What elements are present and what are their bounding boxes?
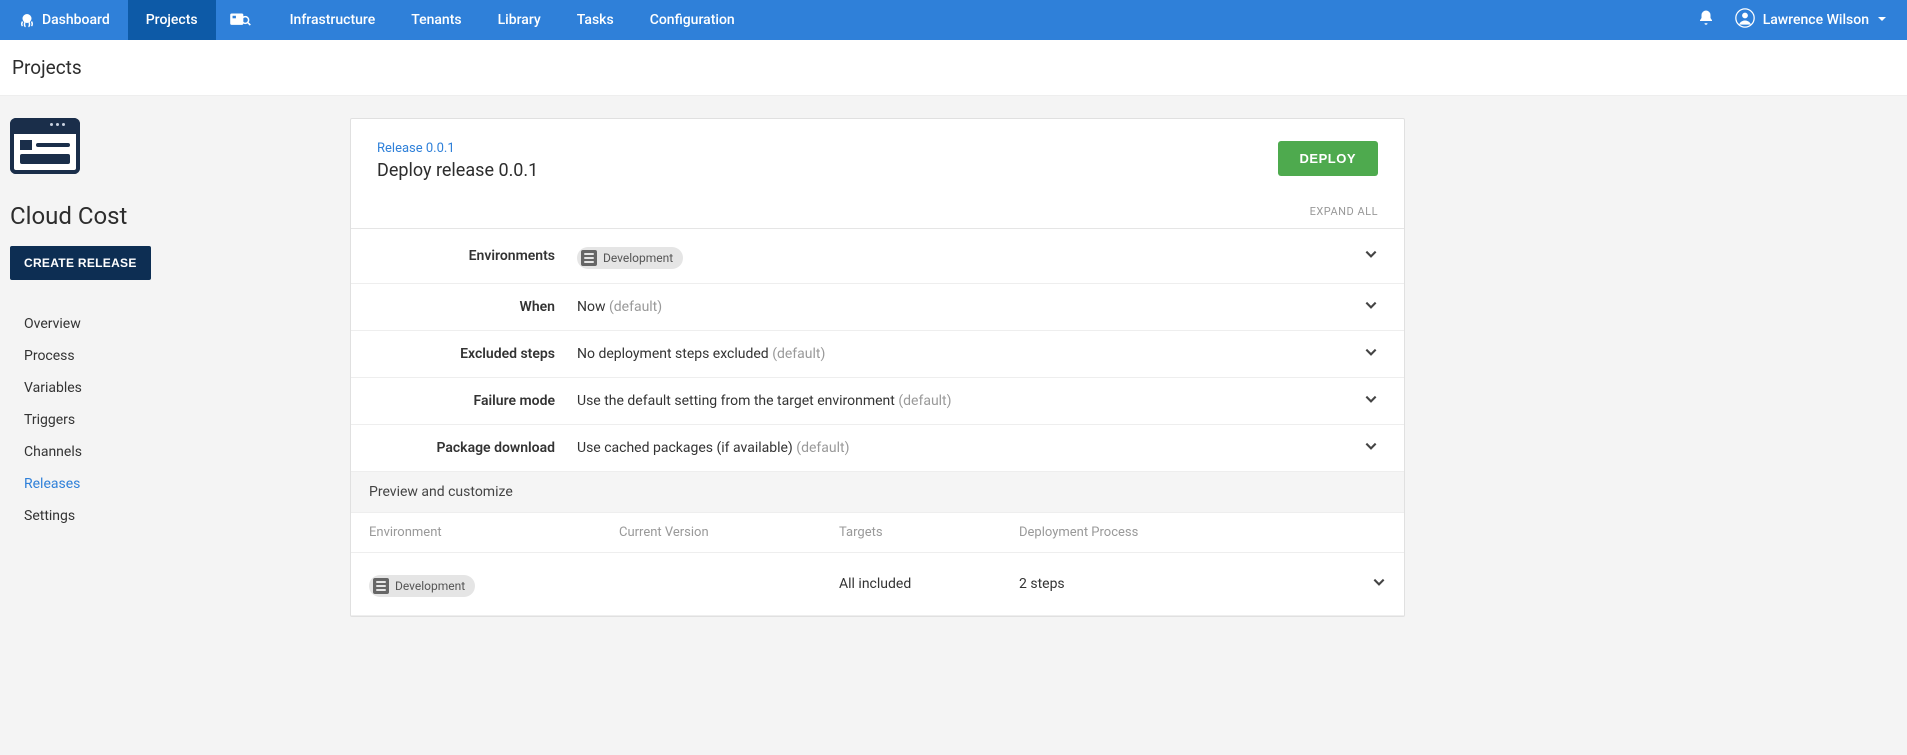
chevron-down-icon [1364, 439, 1378, 457]
nav-label: Tasks [577, 12, 614, 28]
value-text: Use cached packages (if available) [577, 440, 796, 456]
row-label: When [377, 299, 577, 315]
nav-dashboard[interactable]: Dashboard [0, 0, 128, 40]
row-value: No deployment steps excluded (default) [577, 346, 1352, 362]
subheader-title: Projects [12, 56, 1895, 79]
nav-right: Lawrence Wilson [1697, 8, 1907, 32]
sidebar-item-releases[interactable]: Releases [10, 468, 310, 500]
chevron-down-icon [1877, 12, 1887, 28]
nav-library[interactable]: Library [480, 0, 559, 40]
nav-label: Dashboard [42, 12, 110, 28]
list-icon [581, 250, 597, 266]
project-app-icon [10, 118, 80, 174]
sidebar-item-settings[interactable]: Settings [10, 500, 310, 532]
nav-label: Library [498, 12, 541, 28]
environment-chip: Development [369, 575, 475, 597]
create-release-button[interactable]: CREATE RELEASE [10, 246, 151, 280]
user-name: Lawrence Wilson [1763, 12, 1869, 28]
chevron-down-icon [1364, 392, 1378, 410]
nav-tenants[interactable]: Tenants [393, 0, 479, 40]
row-package-download[interactable]: Package download Use cached packages (if… [351, 425, 1404, 472]
row-excluded-steps[interactable]: Excluded steps No deployment steps exclu… [351, 331, 1404, 378]
sidebar-item-process[interactable]: Process [10, 340, 310, 372]
nav-label: Configuration [650, 12, 735, 28]
octopus-icon [18, 11, 42, 29]
row-environments[interactable]: Environments Development [351, 229, 1404, 284]
release-link[interactable]: Release 0.0.1 [377, 141, 538, 156]
row-label: Environments [377, 248, 577, 264]
nav-label: Infrastructure [290, 12, 376, 28]
preview-table: Environment Current Version Targets Depl… [351, 513, 1404, 616]
chevron-down-icon [1356, 575, 1386, 593]
value-suffix: (default) [898, 393, 951, 409]
expand-all-link[interactable]: EXPAND ALL [351, 197, 1404, 229]
sidebar-item-overview[interactable]: Overview [10, 308, 310, 340]
row-when[interactable]: When Now (default) [351, 284, 1404, 331]
value-text: Now [577, 299, 609, 315]
content-wrapper: Cloud Cost CREATE RELEASE Overview Proce… [0, 96, 1907, 657]
sidebar-item-channels[interactable]: Channels [10, 436, 310, 468]
subheader: Projects [0, 40, 1907, 96]
cell-process: 2 steps [1019, 576, 1356, 592]
search-icon [230, 12, 258, 28]
environment-chip: Development [577, 247, 683, 269]
chevron-down-icon [1364, 298, 1378, 316]
value-suffix: (default) [796, 440, 849, 456]
chevron-down-icon [1364, 247, 1378, 265]
main-panel: Release 0.0.1 Deploy release 0.0.1 DEPLO… [350, 118, 1405, 617]
chevron-down-icon [1364, 345, 1378, 363]
nav-left: Dashboard Projects Infrastructure Tenant… [0, 0, 753, 40]
cell-targets: All included [839, 576, 1019, 592]
value-suffix: (default) [772, 346, 825, 362]
bell-icon[interactable] [1697, 9, 1715, 31]
row-label: Package download [377, 440, 577, 456]
row-failure-mode[interactable]: Failure mode Use the default setting fro… [351, 378, 1404, 425]
sidebar-item-triggers[interactable]: Triggers [10, 404, 310, 436]
nav-projects[interactable]: Projects [128, 0, 216, 40]
row-value: Now (default) [577, 299, 1352, 315]
chip-label: Development [395, 579, 465, 593]
col-environment: Environment [369, 525, 619, 540]
list-icon [373, 578, 389, 594]
user-menu[interactable]: Lawrence Wilson [1735, 8, 1887, 32]
col-deployment-process: Deployment Process [1019, 525, 1356, 540]
nav-infrastructure[interactable]: Infrastructure [272, 0, 394, 40]
project-title: Cloud Cost [10, 202, 310, 230]
sidebar: Cloud Cost CREATE RELEASE Overview Proce… [10, 118, 310, 532]
preview-row[interactable]: Development All included 2 steps [351, 553, 1404, 616]
row-label: Failure mode [377, 393, 577, 409]
col-current-version: Current Version [619, 525, 839, 540]
avatar-icon [1735, 8, 1755, 32]
sidebar-item-variables[interactable]: Variables [10, 372, 310, 404]
nav-tasks[interactable]: Tasks [559, 0, 632, 40]
panel-header: Release 0.0.1 Deploy release 0.0.1 DEPLO… [351, 119, 1404, 197]
nav-label: Projects [146, 12, 198, 28]
nav-search[interactable] [216, 0, 272, 40]
page-title: Deploy release 0.0.1 [377, 160, 538, 181]
value-text: No deployment steps excluded [577, 346, 772, 362]
deploy-button[interactable]: DEPLOY [1278, 141, 1378, 176]
row-value: Development [577, 243, 1352, 269]
value-text: Use the default setting from the target … [577, 393, 898, 409]
chip-label: Development [603, 251, 673, 265]
nav-label: Tenants [411, 12, 461, 28]
preview-thead: Environment Current Version Targets Depl… [351, 513, 1404, 553]
cell-environment: Development [369, 571, 619, 597]
sidebar-menu: Overview Process Variables Triggers Chan… [10, 308, 310, 532]
col-targets: Targets [839, 525, 1019, 540]
row-label: Excluded steps [377, 346, 577, 362]
row-value: Use cached packages (if available) (defa… [577, 440, 1352, 456]
row-value: Use the default setting from the target … [577, 393, 1352, 409]
value-suffix: (default) [609, 299, 662, 315]
top-navbar: Dashboard Projects Infrastructure Tenant… [0, 0, 1907, 40]
preview-header: Preview and customize [351, 472, 1404, 513]
nav-configuration[interactable]: Configuration [632, 0, 753, 40]
